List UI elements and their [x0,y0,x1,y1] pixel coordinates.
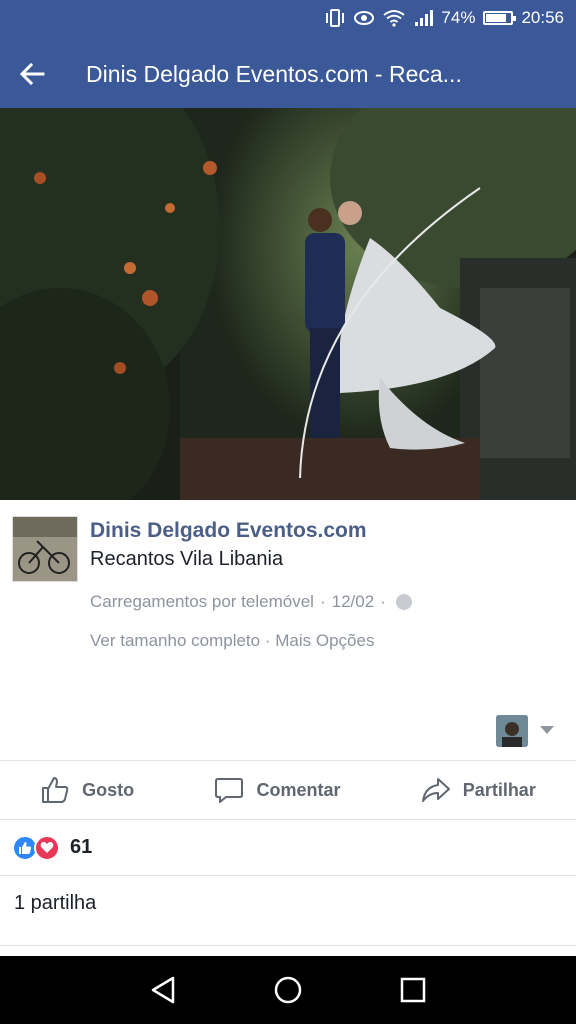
back-arrow-icon [19,63,45,85]
page-title: Dinis Delgado Eventos.com - Reca... [86,60,462,87]
viewer-avatar[interactable] [496,715,528,747]
like-button[interactable]: Gosto [40,775,134,805]
globe-icon [395,594,412,610]
separator: · [264,631,271,650]
post-photo[interactable] [0,108,576,500]
circle-home-icon [274,976,302,1004]
nav-recents-button[interactable] [393,970,433,1010]
signal-icon [413,9,434,27]
system-nav-bar [0,956,576,1024]
thumbs-up-icon [42,777,69,803]
reaction-count: 61 [70,836,93,858]
photo-links: Ver tamanho completo · Mais Opções [90,631,374,651]
post-caption: Recantos Vila Libania [90,548,284,570]
status-bar: 74% 20:56 [0,0,576,40]
love-reaction-icon [34,834,60,861]
nav-home-button[interactable] [268,970,308,1010]
action-bar: Gosto Comentar Partilhar [0,760,576,820]
page-avatar[interactable] [12,516,78,582]
share-button[interactable]: Partilhar [421,775,536,805]
reactions-summary[interactable]: 61 [0,820,576,876]
like-label: Gosto [82,779,135,800]
vibrate-icon [325,9,345,27]
chevron-down-icon[interactable] [540,726,554,734]
comment-label: Comentar [256,779,341,800]
upload-source[interactable]: Carregamentos por telemóvel [90,592,314,612]
view-full-size-link[interactable]: Ver tamanho completo [90,631,260,650]
status-icons: 74% 20:56 [325,8,564,28]
separator: · [319,592,326,611]
share-label: Partilhar [462,779,536,800]
shares-count[interactable]: 1 partilha [0,876,576,946]
post-date[interactable]: 12/02 [332,592,375,612]
post-details: Dinis Delgado Eventos.com Recantos Vila … [0,500,576,760]
triangle-back-icon [151,976,174,1004]
share-arrow-icon [421,778,450,802]
separator: · [380,592,386,611]
wifi-icon [383,9,406,27]
page-name-link[interactable]: Dinis Delgado Eventos.com [90,519,367,543]
battery-percent: 74% [441,8,476,27]
post-meta: Carregamentos por telemóvel · 12/02 · [90,592,412,612]
square-recents-icon [401,977,426,1003]
app-bar: Dinis Delgado Eventos.com - Reca... [0,40,576,108]
eye-icon [353,10,375,26]
clock: 20:56 [521,8,564,27]
comment-icon [215,778,244,803]
back-button[interactable] [0,40,64,108]
more-options-link[interactable]: Mais Opções [275,631,374,650]
nav-back-button[interactable] [143,970,183,1010]
battery-level-fill [486,14,506,22]
comment-button[interactable]: Comentar [214,775,340,805]
battery-icon [483,11,517,25]
